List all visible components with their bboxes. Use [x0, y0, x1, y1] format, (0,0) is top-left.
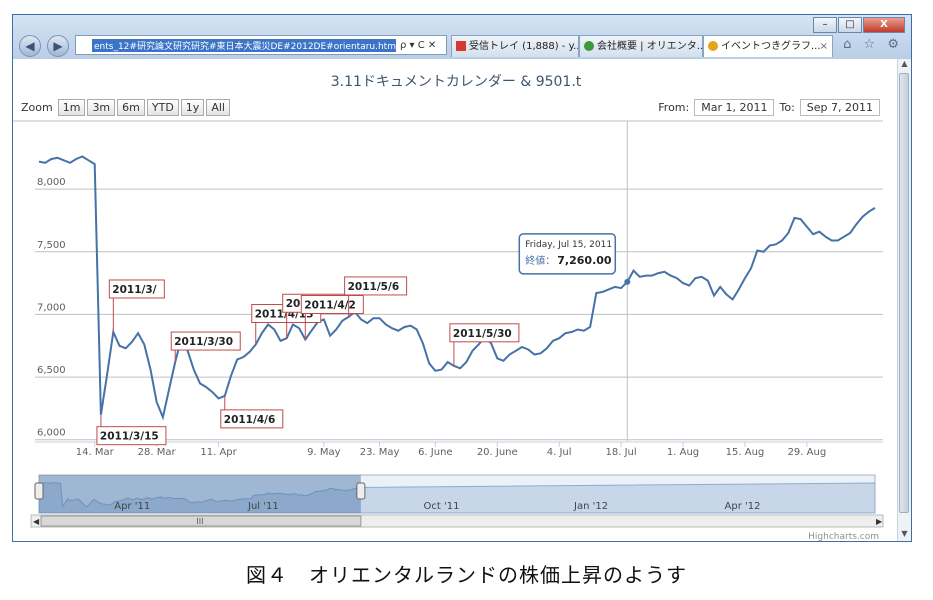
event-flag-label: 2011/3/: [112, 284, 156, 296]
chrome-icon: [584, 41, 594, 51]
scroll-left-arrow-icon[interactable]: ◀: [33, 517, 40, 526]
navigator-selection[interactable]: [39, 475, 361, 513]
gmail-icon: [456, 41, 466, 51]
scroll-right-arrow-icon[interactable]: ▶: [876, 517, 883, 526]
minimize-button[interactable]: –: [813, 17, 837, 33]
x-tick-label: 20. June: [477, 447, 518, 458]
y-tick-label: 8,000: [37, 177, 66, 188]
navigator-label: Oct '11: [424, 501, 460, 512]
y-tick-label: 6,500: [37, 365, 66, 376]
window-controls: – □ X: [812, 17, 905, 33]
address-url[interactable]: ents_12#研究論文研究研究#東日本大震災DE#2012DE#orienta…: [92, 38, 396, 52]
tooltip-date: Friday, Jul 15, 2011: [525, 240, 612, 250]
y-tick-label: 6,000: [37, 428, 66, 439]
credits-link[interactable]: Highcharts.com: [808, 532, 879, 541]
maximize-button[interactable]: □: [838, 17, 862, 33]
x-tick-label: 9. May: [307, 447, 340, 458]
scroll-grip-label: III: [196, 517, 203, 526]
toolbar-icons[interactable]: ⌂ ☆ ⚙: [843, 37, 903, 52]
x-tick-label: 6. June: [418, 447, 453, 458]
forward-button[interactable]: ▶: [47, 35, 69, 57]
scroll-thumb[interactable]: [899, 73, 909, 513]
tooltip-point: [624, 278, 631, 285]
close-window-button[interactable]: X: [863, 17, 905, 33]
x-tick-label: 14. Mar: [76, 447, 115, 458]
x-tick-label: 18. Jul: [606, 447, 637, 458]
tab-event-graph[interactable]: イベントつきグラフ... ×: [703, 35, 833, 57]
x-tick-label: 28. Mar: [138, 447, 177, 458]
navigator-right-handle[interactable]: [356, 482, 366, 500]
x-tick-label: 29. Aug: [788, 447, 827, 458]
tab-close-icon[interactable]: ×: [820, 36, 828, 57]
tab-company[interactable]: 会社概要 | オリエンタ...: [579, 35, 703, 57]
navigator-label: Jan '12: [573, 501, 608, 512]
scroll-up-icon[interactable]: ▲: [898, 59, 911, 71]
tab-gmail[interactable]: 受信トレイ (1,888) - y...: [451, 35, 579, 57]
navigator-left-handle[interactable]: [34, 482, 44, 500]
navigator-label: Jul '11: [247, 501, 279, 512]
event-flag-label: 2011/3/15: [100, 431, 159, 443]
scroll-down-icon[interactable]: ▼: [898, 529, 911, 541]
tooltip-series-label: 終値：: [525, 254, 555, 267]
tooltip-value: 7,260.00: [557, 254, 612, 267]
ie-icon: [708, 41, 718, 51]
browser-title-bar: – □ X ◀ ▶ ents_12#研究論文研究研究#東日本大震災DE#2012…: [13, 15, 911, 59]
address-controls[interactable]: ρ ▾ C ✕: [400, 40, 436, 51]
stock-chart: 6,000 6,500 7,000 7,500 8,000 14. Mar 28. Mar 1…: [13, 120, 884, 541]
x-tick-label: 15. Aug: [726, 447, 765, 458]
vertical-scrollbar[interactable]: ▲ ▼: [897, 59, 911, 541]
y-tick-label: 7,000: [37, 302, 66, 313]
event-flag-label: 2011/3/30: [174, 336, 233, 348]
address-bar[interactable]: ents_12#研究論文研究研究#東日本大震災DE#2012DE#orienta…: [75, 35, 447, 55]
tab-label: イベントつきグラフ...: [721, 41, 821, 52]
x-tick-label: 1. Aug: [667, 447, 699, 458]
tab-label: 受信トレイ (1,888) - y...: [469, 41, 579, 52]
x-tick-label: 11. Apr: [200, 447, 237, 458]
navigator-label: Apr '12: [725, 501, 761, 512]
event-flag-label: 2011/4/2: [304, 299, 356, 311]
navigator-label: Apr '11: [114, 501, 150, 512]
x-tick-label: 23. May: [360, 447, 400, 458]
x-tick-label: 4. Jul: [547, 447, 572, 458]
figure-caption: 図４ オリエンタルランドの株価上昇のようす: [246, 563, 687, 587]
tab-label: 会社概要 | オリエンタ...: [597, 41, 703, 52]
y-tick-label: 7,500: [37, 240, 66, 251]
page-content: 3.11ドキュメントカレンダー & 9501.t Zoom 1m 3m 6m Y…: [13, 59, 899, 541]
browser-window: – □ X ◀ ▶ ents_12#研究論文研究研究#東日本大震災DE#2012…: [12, 14, 912, 542]
event-flag-label: 2011/5/30: [453, 328, 512, 340]
event-flag-label: 2011/5/6: [348, 281, 400, 293]
back-button[interactable]: ◀: [19, 35, 41, 57]
event-flag-label: 2011/4/6: [224, 414, 276, 426]
